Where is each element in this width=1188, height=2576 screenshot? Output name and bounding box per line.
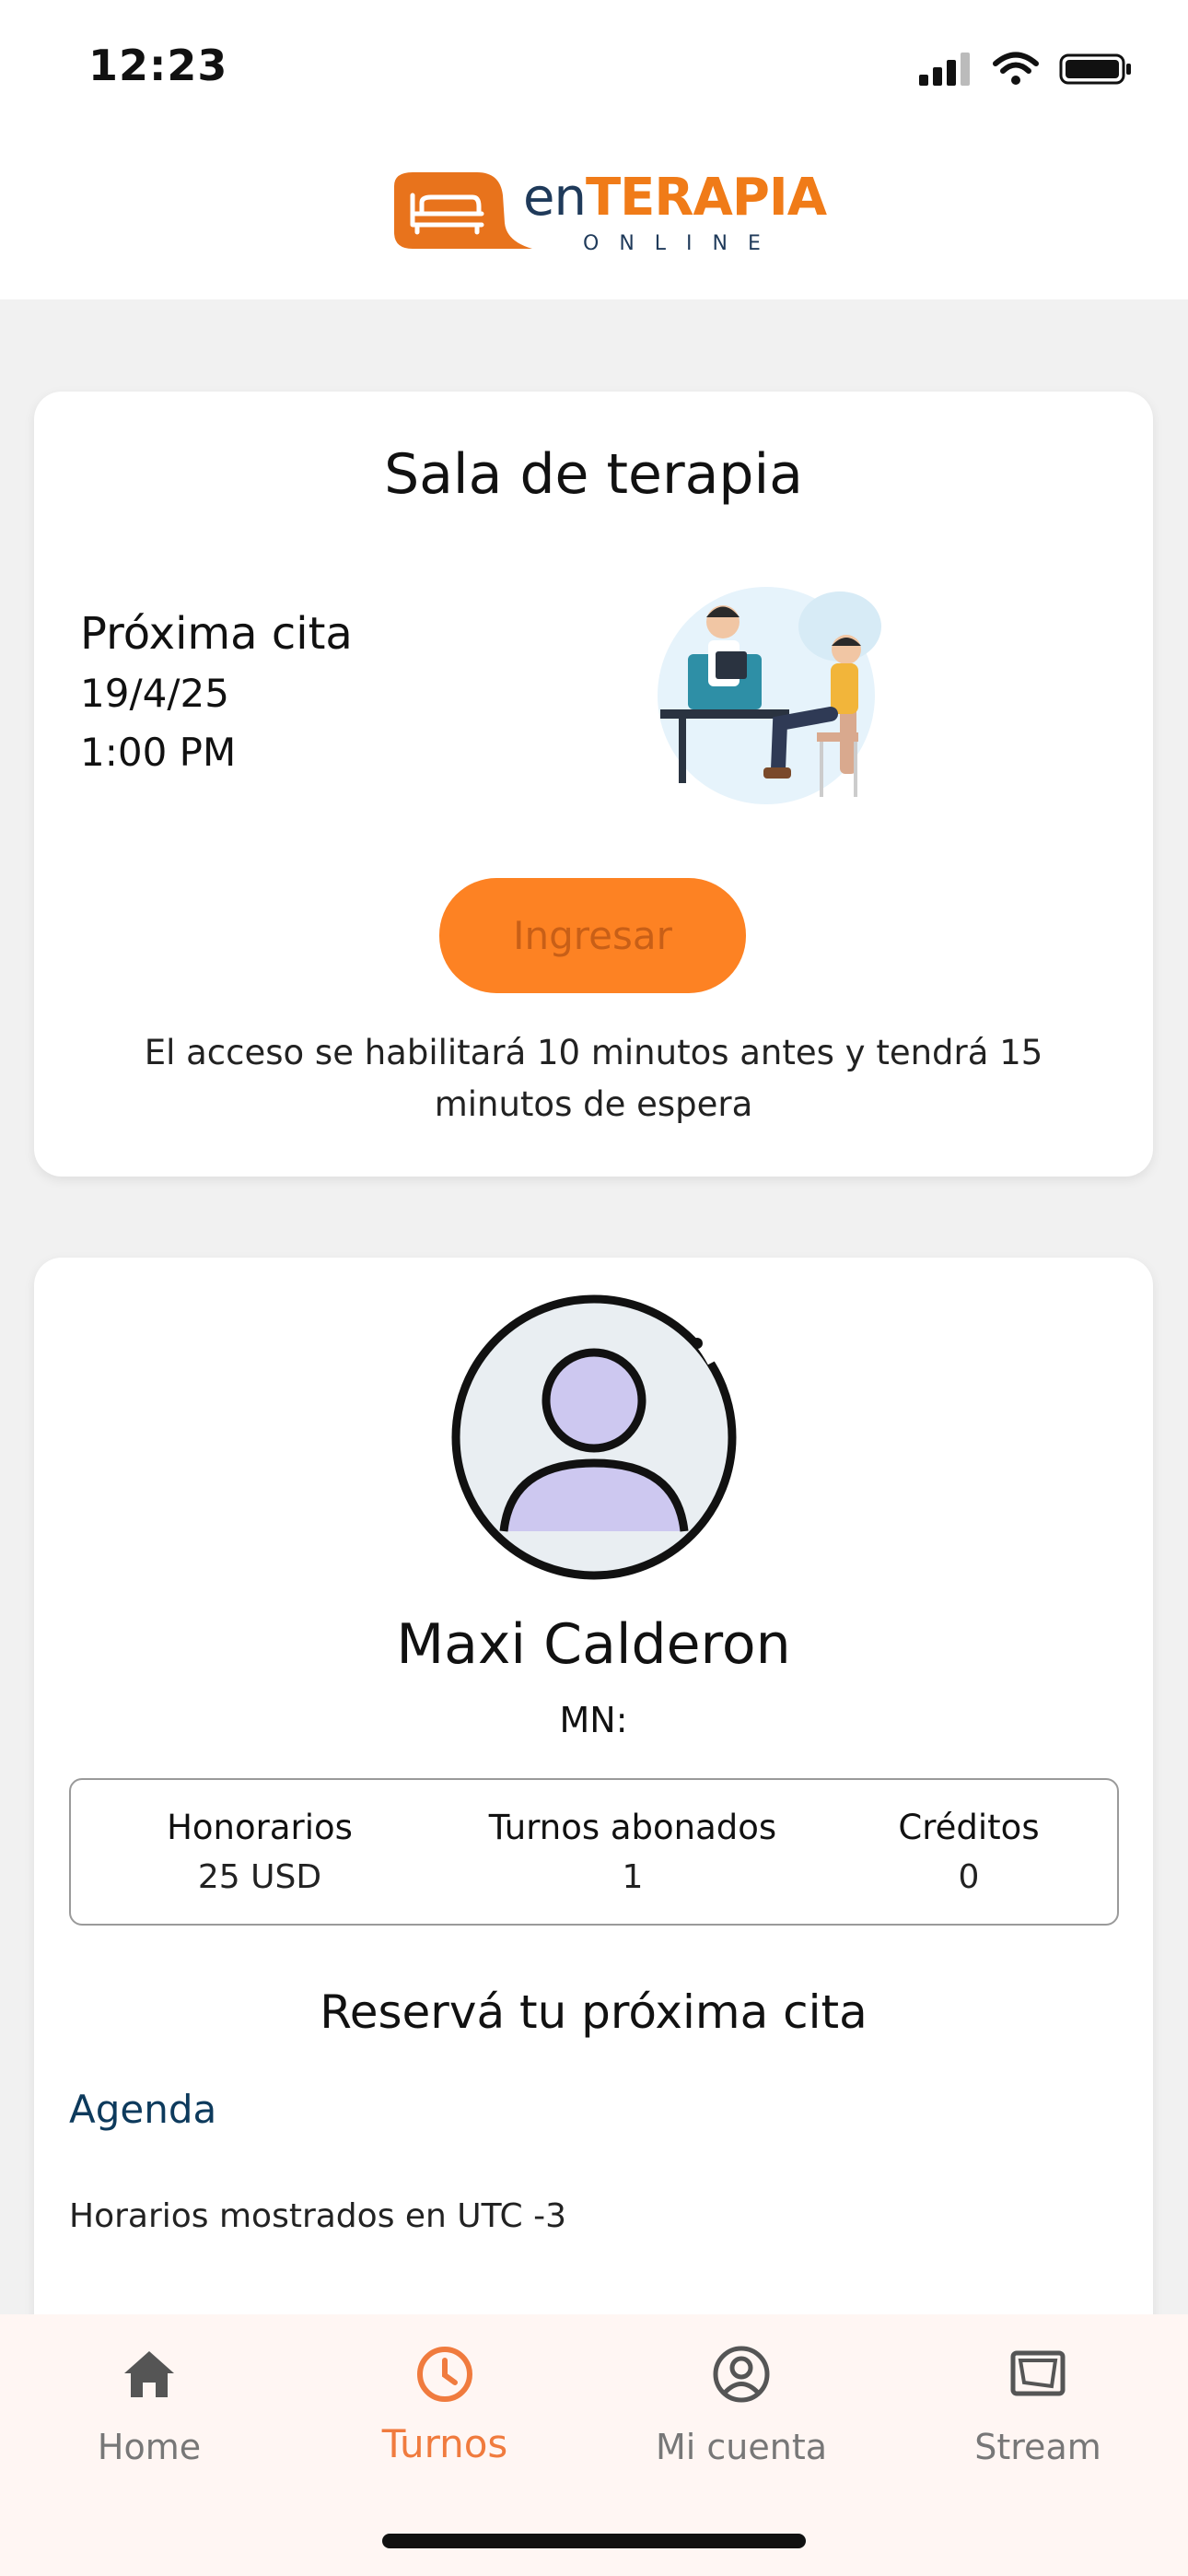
stats-box: Honorarios 25 USD Turnos abonados 1 Créd… <box>69 1778 1119 1926</box>
couch-bubble-icon <box>394 172 532 249</box>
nav-item-mi-cuenta[interactable]: Mi cuenta <box>631 2342 852 2467</box>
therapy-room-title: Sala de terapia <box>384 442 803 507</box>
stat-credits: Créditos 0 <box>881 1808 1056 1896</box>
logo-subtitle: ONLINE <box>583 232 781 255</box>
next-appointment-label: Próxima cita <box>80 608 353 660</box>
therapist-name: Maxi Calderon <box>396 1612 791 1677</box>
nav-label: Stream <box>974 2427 1101 2467</box>
therapy-session-illustration <box>658 587 881 804</box>
home-icon <box>124 2351 174 2397</box>
status-time: 12:23 <box>88 41 228 90</box>
stat-value: 1 <box>622 1858 644 1896</box>
stat-value: 0 <box>958 1858 980 1896</box>
avatar-icon <box>451 1294 737 1580</box>
stat-paid-appointments: Turnos abonados 1 <box>458 1808 808 1896</box>
stat-label: Honorarios <box>167 1808 353 1847</box>
book-appointment-title: Reservá tu próxima cita <box>320 1985 868 2039</box>
stat-label: Créditos <box>898 1808 1040 1847</box>
battery-icon <box>1059 53 1131 85</box>
timezone-note: Horarios mostrados en UTC -3 <box>69 2197 566 2235</box>
clock-icon <box>417 2347 472 2402</box>
nav-label: Turnos <box>381 2421 508 2466</box>
status-icons <box>919 52 1133 87</box>
app-header: enTERAPIA ONLINE <box>0 138 1188 299</box>
status-bar: 12:23 <box>0 0 1188 138</box>
enterapia-logo: enTERAPIA ONLINE <box>385 168 827 269</box>
stat-value: 25 USD <box>197 1858 322 1896</box>
nav-label: Mi cuenta <box>655 2427 828 2467</box>
next-appointment-time: 1:00 PM <box>80 730 237 775</box>
wifi-icon <box>993 52 1039 85</box>
access-note: El acceso se habilitará 10 minutos antes… <box>144 1033 1043 1124</box>
stream-icon <box>1010 2350 1066 2396</box>
agenda-link[interactable]: Agenda <box>69 2087 216 2132</box>
nav-item-home[interactable]: Home <box>39 2342 260 2467</box>
therapist-profile-card: Maxi Calderon MN: Honorarios 25 USD Turn… <box>34 1258 1153 2409</box>
nav-item-stream[interactable]: Stream <box>927 2342 1148 2467</box>
signal-icon <box>919 53 970 86</box>
nav-label: Home <box>97 2427 202 2467</box>
enter-session-button[interactable]: Ingresar <box>439 878 746 993</box>
nav-item-turnos[interactable]: Turnos <box>334 2342 555 2466</box>
therapy-room-card: Sala de terapia Próxima cita 19/4/25 1:0… <box>34 392 1153 1177</box>
next-appointment-date: 19/4/25 <box>80 671 229 716</box>
license-number-label: MN: <box>559 1700 628 1740</box>
stat-fees: Honorarios 25 USD <box>154 1808 366 1896</box>
logo-wordmark: enTERAPIA <box>523 168 827 228</box>
stat-label: Turnos abonados <box>488 1808 777 1847</box>
user-circle-icon <box>713 2346 770 2403</box>
home-indicator <box>382 2534 806 2548</box>
